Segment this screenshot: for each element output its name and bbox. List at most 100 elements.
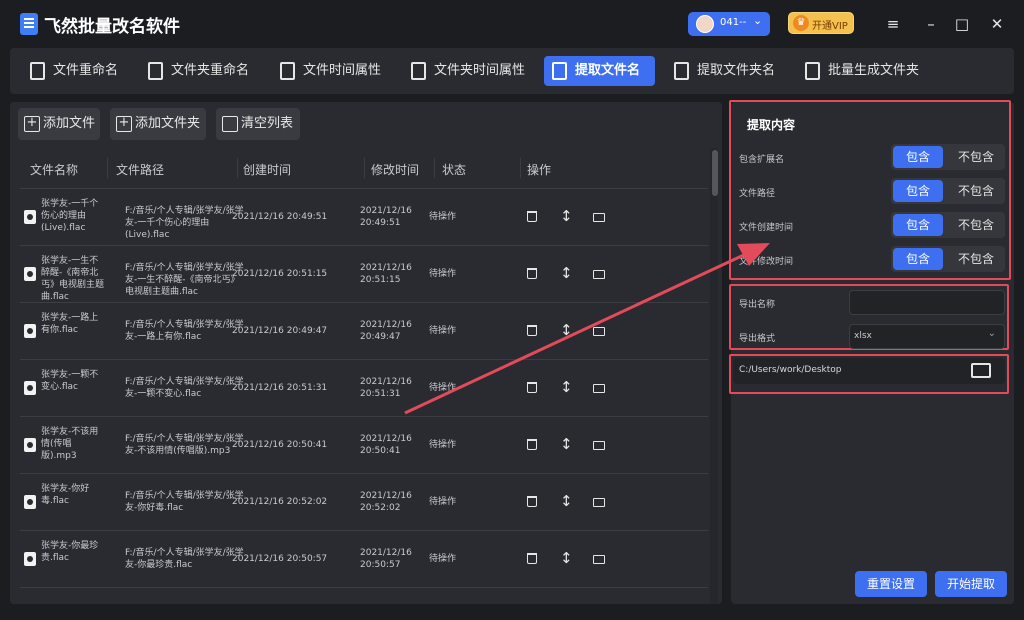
tab-folder-rename[interactable]: 文件夹重命名 bbox=[140, 56, 258, 86]
tab-label: 文件夹重命名 bbox=[171, 63, 250, 78]
trash-icon[interactable] bbox=[527, 439, 537, 450]
table-row[interactable]: 张学友-一路上有你.flac F:/音乐/个人专辑/张学友/张学友-一路上有你.f… bbox=[20, 303, 708, 360]
minimize-button[interactable]: – bbox=[919, 12, 943, 36]
include-button[interactable]: 包含 bbox=[893, 146, 943, 168]
extract-settings-panel: 提取内容 包含扩展名 包含 不包含 文件路径 包含 不包含 文件创建时间 包含 … bbox=[729, 100, 1014, 604]
cell-file-name: 张学友-一生不醉醒-《南帝北丐》电视剧主题曲.flac bbox=[41, 256, 105, 302]
close-button[interactable]: ✕ bbox=[985, 12, 1009, 36]
move-icon[interactable]: ↕ bbox=[560, 207, 573, 225]
cell-file-path: F:/音乐/个人专辑/张学友/张学友-不该用情(传唱版).mp3 bbox=[125, 434, 244, 456]
column-divider bbox=[237, 158, 238, 178]
folder-open-icon[interactable] bbox=[593, 327, 605, 336]
exclude-button[interactable]: 不包含 bbox=[949, 180, 1003, 202]
tab-label: 批量生成文件夹 bbox=[828, 63, 920, 78]
add-file-icon: + bbox=[24, 116, 40, 132]
trash-icon[interactable] bbox=[527, 553, 537, 564]
cell-create-time: 2021/12/16 20:50:41 bbox=[232, 440, 328, 450]
move-icon[interactable]: ↕ bbox=[560, 321, 573, 339]
trash-icon[interactable] bbox=[527, 268, 537, 279]
cell-modify-time: 2021/12/16 20:52:02 bbox=[360, 491, 412, 513]
move-icon[interactable]: ↕ bbox=[560, 435, 573, 453]
toggle-create-time: 包含 不包含 bbox=[891, 212, 1005, 238]
tab-file-time[interactable]: 文件时间属性 bbox=[272, 56, 390, 86]
include-button[interactable]: 包含 bbox=[893, 180, 943, 202]
header-actions: 操作 bbox=[527, 163, 552, 177]
trash-icon[interactable] bbox=[527, 382, 537, 393]
table-row[interactable]: 张学友-一生不醉醒-《南帝北丐》电视剧主题曲.flac F:/音乐/个人专辑/张学… bbox=[20, 246, 708, 303]
tab-extract-foldername[interactable]: 提取文件夹名 bbox=[666, 56, 784, 86]
scrollbar-thumb[interactable] bbox=[712, 150, 718, 196]
cell-status: 待操作 bbox=[429, 497, 457, 507]
batch-folder-icon bbox=[805, 62, 820, 80]
cell-file-path: F:/音乐/个人专辑/张学友/张学友-你好毒.flac bbox=[125, 491, 244, 513]
start-extract-button[interactable]: 开始提取 bbox=[935, 571, 1007, 597]
tab-label: 提取文件夹名 bbox=[697, 63, 776, 78]
cell-modify-time: 2021/12/16 20:50:41 bbox=[360, 434, 412, 456]
file-rename-icon bbox=[30, 62, 45, 80]
cell-status: 待操作 bbox=[429, 212, 457, 222]
folder-open-icon[interactable] bbox=[593, 555, 605, 564]
table-row[interactable]: 张学友-你好毒.flac F:/音乐/个人专辑/张学友/张学友-你好毒.flac 2… bbox=[20, 474, 708, 531]
folder-open-icon[interactable] bbox=[593, 270, 605, 279]
cell-modify-time: 2021/12/16 20:49:47 bbox=[360, 320, 412, 342]
include-button[interactable]: 包含 bbox=[893, 214, 943, 236]
trash-icon[interactable] bbox=[527, 496, 537, 507]
cell-status: 待操作 bbox=[429, 383, 457, 393]
folder-open-icon[interactable] bbox=[593, 498, 605, 507]
table-row[interactable]: 张学友-一千个伤心的理由(Live).flac F:/音乐/个人专辑/张学友/张学… bbox=[20, 189, 708, 246]
folder-open-icon[interactable] bbox=[593, 441, 605, 450]
tab-batch-create-folder[interactable]: 批量生成文件夹 bbox=[797, 56, 927, 86]
export-name-input[interactable] bbox=[849, 290, 1005, 315]
cell-file-path: F:/音乐/个人专辑/张学友/张学友-一颗不变心.flac bbox=[125, 377, 244, 399]
tab-extract-filename[interactable]: 提取文件名 bbox=[544, 56, 655, 86]
option-label-extension: 包含扩展名 bbox=[739, 155, 785, 165]
include-button[interactable]: 包含 bbox=[893, 248, 943, 270]
menu-icon[interactable]: ≡ bbox=[881, 12, 905, 36]
maximize-button[interactable]: □ bbox=[950, 12, 974, 36]
trash-icon[interactable] bbox=[527, 325, 537, 336]
folder-open-icon[interactable] bbox=[971, 363, 991, 378]
table-row[interactable]: 张学友-你最珍贵.flac F:/音乐/个人专辑/张学友/张学友-你最珍贵.fla… bbox=[20, 531, 708, 588]
table-row[interactable]: 张学友-一颗不变心.flac F:/音乐/个人专辑/张学友/张学友-一颗不变心.f… bbox=[20, 360, 708, 417]
add-file-label: 添加文件 bbox=[43, 116, 96, 131]
reset-settings-button[interactable]: 重置设置 bbox=[855, 571, 927, 597]
column-divider bbox=[107, 158, 108, 178]
tab-folder-time[interactable]: 文件夹时间属性 bbox=[403, 56, 535, 86]
move-icon[interactable]: ↕ bbox=[560, 264, 573, 282]
cell-status: 待操作 bbox=[429, 269, 457, 279]
trash-icon[interactable] bbox=[527, 211, 537, 222]
add-folder-button[interactable]: + 添加文件夹 bbox=[110, 108, 206, 140]
output-path-field[interactable]: C:/Users/work/Desktop bbox=[733, 358, 1005, 384]
clear-icon bbox=[222, 116, 238, 132]
cell-file-path: F:/音乐/个人专辑/张学友/张学友-一路上有你.flac bbox=[125, 320, 244, 342]
column-divider bbox=[520, 158, 521, 178]
file-list-panel: + 添加文件 + 添加文件夹 清空列表 文件名称 文件路径 创建时间 修改时间 … bbox=[10, 102, 722, 604]
scrollbar-track[interactable] bbox=[710, 148, 718, 604]
tab-file-rename[interactable]: 文件重命名 bbox=[22, 56, 126, 86]
move-icon[interactable]: ↕ bbox=[560, 378, 573, 396]
toggle-path: 包含 不包含 bbox=[891, 178, 1005, 204]
title-bar: 飞然批量改名软件 041-- ⌄ ♛ 开通VIP ≡ – □ ✕ bbox=[0, 0, 1024, 48]
cell-create-time: 2021/12/16 20:49:51 bbox=[232, 212, 328, 222]
toggle-extension: 包含 不包含 bbox=[891, 144, 1005, 170]
table-row[interactable]: 张学友-不该用情(传唱版).mp3 F:/音乐/个人专辑/张学友/张学友-不该用情… bbox=[20, 417, 708, 474]
folder-open-icon[interactable] bbox=[593, 384, 605, 393]
exclude-button[interactable]: 不包含 bbox=[949, 248, 1003, 270]
export-format-value: xlsx bbox=[854, 331, 872, 341]
toggle-modify-time: 包含 不包含 bbox=[891, 246, 1005, 272]
user-account-button[interactable]: 041-- ⌄ bbox=[688, 12, 770, 36]
extract-file-icon bbox=[552, 62, 567, 80]
exclude-button[interactable]: 不包含 bbox=[949, 146, 1003, 168]
header-status: 状态 bbox=[442, 163, 467, 177]
move-icon[interactable]: ↕ bbox=[560, 549, 573, 567]
move-icon[interactable]: ↕ bbox=[560, 492, 573, 510]
exclude-button[interactable]: 不包含 bbox=[949, 214, 1003, 236]
folder-open-icon[interactable] bbox=[593, 213, 605, 222]
option-label-path: 文件路径 bbox=[739, 189, 776, 199]
cell-create-time: 2021/12/16 20:51:15 bbox=[232, 269, 328, 279]
add-file-button[interactable]: + 添加文件 bbox=[18, 108, 100, 140]
export-format-select[interactable]: xlsx ⌄ bbox=[849, 324, 1005, 349]
vip-button[interactable]: ♛ 开通VIP bbox=[788, 12, 854, 34]
cell-modify-time: 2021/12/16 20:51:15 bbox=[360, 263, 412, 285]
clear-list-button[interactable]: 清空列表 bbox=[216, 108, 300, 140]
